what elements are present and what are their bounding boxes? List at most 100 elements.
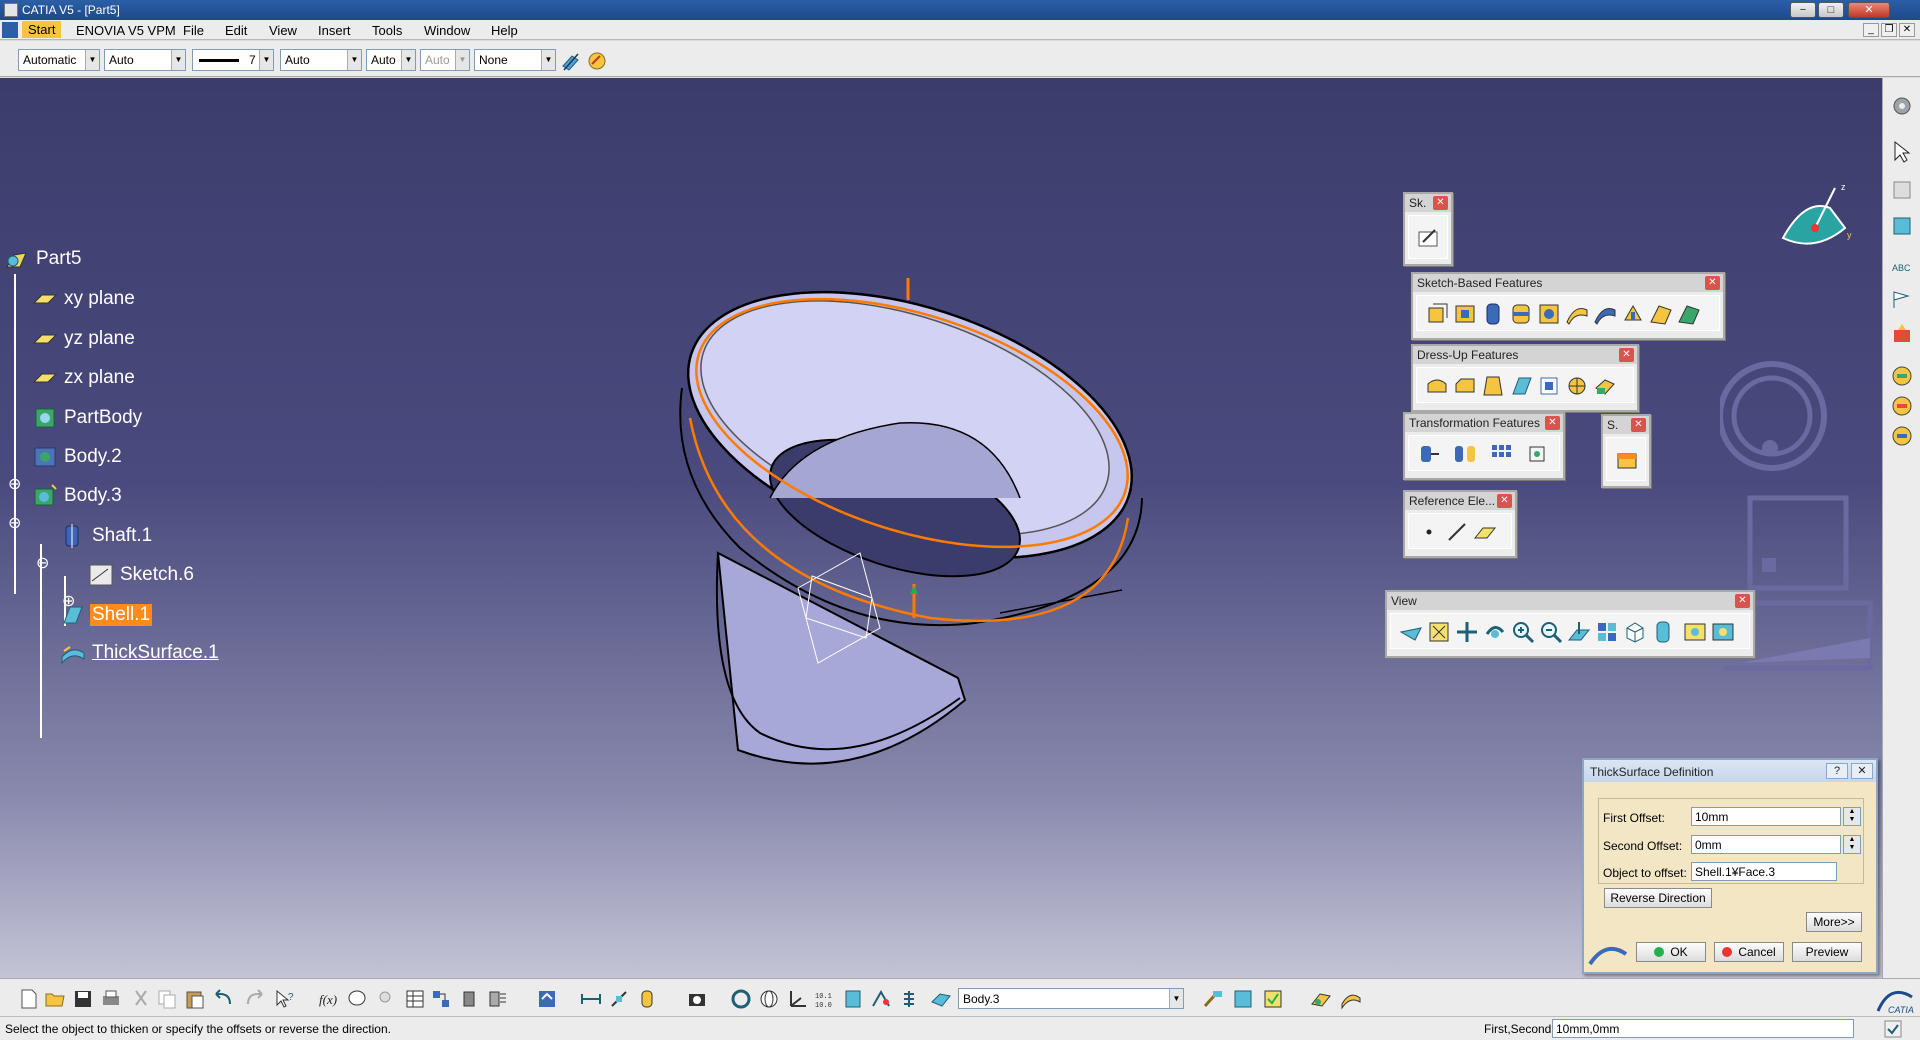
tree-label[interactable]: Sketch.6 (118, 564, 196, 586)
undo-icon[interactable] (212, 988, 234, 1010)
gear-icon[interactable] (1890, 94, 1914, 118)
measure-between-icon[interactable] (1890, 364, 1914, 388)
check-icon[interactable] (1262, 988, 1284, 1010)
multi-view-icon[interactable] (1595, 620, 1619, 644)
rib-icon[interactable] (1565, 302, 1589, 326)
doc-restore-button[interactable]: ❐ (1881, 23, 1897, 37)
update-icon[interactable] (536, 988, 558, 1010)
cancel-button[interactable]: Cancel (1714, 942, 1784, 962)
axis-system-icon[interactable] (786, 988, 808, 1010)
surfaces-icon[interactable] (1340, 988, 1362, 1010)
tree-label[interactable]: Body.3 (62, 485, 124, 507)
text-annotation-icon[interactable]: ABC (1890, 256, 1914, 280)
second-offset-spinner[interactable]: ▲ ▼ (1843, 835, 1861, 854)
translation-icon[interactable] (1417, 442, 1441, 466)
close-button[interactable]: ✕ (1848, 2, 1890, 18)
formula-icon[interactable]: f(x) (318, 988, 340, 1010)
draft-icon[interactable] (1481, 374, 1505, 398)
tree-label[interactable]: ThickSurface.1 (90, 642, 221, 664)
point-type-select[interactable]: Auto ▼ (366, 49, 416, 71)
second-offset-field[interactable]: 0mm (1691, 835, 1841, 854)
hammer-icon[interactable] (1202, 988, 1224, 1010)
capture-icon[interactable] (686, 988, 708, 1010)
hide-show-icon[interactable] (1683, 620, 1707, 644)
measure-inertia-icon[interactable] (636, 988, 658, 1010)
design-table-icon[interactable] (404, 988, 426, 1010)
paste-icon[interactable] (184, 988, 206, 1010)
menu-file[interactable]: File (183, 23, 204, 38)
tree-label[interactable]: xy plane (62, 288, 137, 310)
menu-insert[interactable]: Insert (318, 23, 351, 38)
ok-button[interactable]: OK (1636, 942, 1706, 962)
normal-view-icon[interactable] (1567, 620, 1591, 644)
first-offset-spinner[interactable]: ▲ ▼ (1843, 807, 1861, 826)
dialog-close-button[interactable]: ✕ (1851, 763, 1873, 779)
object-to-offset-field[interactable]: Shell.1¥Face.3 (1691, 862, 1837, 881)
menu-view[interactable]: View (269, 23, 297, 38)
new-file-icon[interactable] (18, 988, 40, 1010)
reverse-direction-button[interactable]: Reverse Direction (1604, 888, 1712, 908)
close-icon[interactable]: ✕ (1433, 196, 1448, 210)
removed-loft-icon[interactable] (1677, 302, 1701, 326)
menu-window[interactable]: Window (424, 23, 470, 38)
instantiate-icon[interactable] (486, 988, 508, 1010)
thick-surface-icon[interactable] (1615, 448, 1639, 472)
collapse-icon[interactable]: ⊖ (8, 513, 21, 533)
cut-icon[interactable] (130, 988, 152, 1010)
select-rotate-icon[interactable] (730, 988, 752, 1010)
menu-help[interactable]: Help (491, 23, 518, 38)
flag-note-icon[interactable] (1890, 288, 1914, 312)
fit-all-icon[interactable] (1427, 620, 1451, 644)
tree-label[interactable]: Shell.1 (90, 604, 153, 626)
whats-this-icon[interactable]: ? (274, 988, 296, 1010)
close-icon[interactable]: ✕ (1619, 348, 1634, 362)
preview-button[interactable]: Preview (1792, 942, 1862, 962)
constraint-icon[interactable] (870, 988, 892, 1010)
close-icon[interactable]: ✕ (1631, 418, 1646, 432)
print-icon[interactable] (100, 988, 122, 1010)
copy-icon[interactable] (156, 988, 178, 1010)
power-input-field[interactable]: 10mm,0mm (1552, 1019, 1854, 1038)
maximize-button[interactable]: □ (1818, 2, 1844, 18)
remove-face-icon[interactable] (1593, 374, 1617, 398)
line-weight-select[interactable]: 7 ▼ (192, 49, 274, 71)
measure-inertia-icon[interactable] (1890, 424, 1914, 448)
scaling-icon[interactable] (1525, 442, 1549, 466)
line-icon[interactable] (1445, 520, 1469, 544)
pad-icon[interactable] (1425, 302, 1449, 326)
shaft-icon[interactable] (1481, 302, 1505, 326)
layer-select[interactable]: None ▼ (474, 49, 556, 71)
loft-icon[interactable] (1649, 302, 1673, 326)
expand-icon[interactable]: ⊕ (62, 591, 75, 611)
tree-label[interactable]: Part5 (34, 248, 83, 270)
open-folder-icon[interactable] (44, 988, 66, 1010)
measure-item-icon[interactable] (608, 988, 630, 1010)
redo-icon[interactable] (244, 988, 266, 1010)
menu-start[interactable]: Start (22, 21, 62, 38)
power-input-apply-icon[interactable] (1884, 1020, 1902, 1038)
zoom-in-icon[interactable] (1511, 620, 1535, 644)
thread-icon[interactable] (1565, 374, 1589, 398)
first-offset-field[interactable]: 10mm (1691, 807, 1841, 826)
more-button[interactable]: More>> (1806, 912, 1862, 932)
menu-enovia[interactable]: ENOVIA V5 VPM (76, 23, 176, 38)
save-icon[interactable] (72, 988, 94, 1010)
close-icon[interactable]: ✕ (1497, 494, 1512, 508)
sketcher-box-icon[interactable] (1890, 214, 1914, 238)
point-icon[interactable] (1417, 520, 1441, 544)
scan-icon[interactable] (842, 988, 864, 1010)
iso-view-icon[interactable] (1623, 620, 1647, 644)
graphic-properties-icon[interactable] (586, 50, 608, 72)
tree-label[interactable]: yz plane (62, 328, 137, 350)
rectangular-pattern-icon[interactable] (1489, 442, 1513, 466)
plane-icon[interactable] (1473, 520, 1497, 544)
tree-label[interactable]: Body.2 (62, 446, 124, 468)
shading-icon[interactable] (1651, 620, 1675, 644)
tree-label[interactable]: Shaft.1 (90, 525, 154, 547)
transparency-select[interactable]: Auto ▼ (104, 49, 186, 71)
groove-icon[interactable] (1509, 302, 1533, 326)
grid-icon[interactable] (1890, 178, 1914, 202)
compass-icon[interactable]: z y (1775, 178, 1855, 258)
minimize-button[interactable]: − (1790, 2, 1816, 18)
pocket-icon[interactable] (1453, 302, 1477, 326)
